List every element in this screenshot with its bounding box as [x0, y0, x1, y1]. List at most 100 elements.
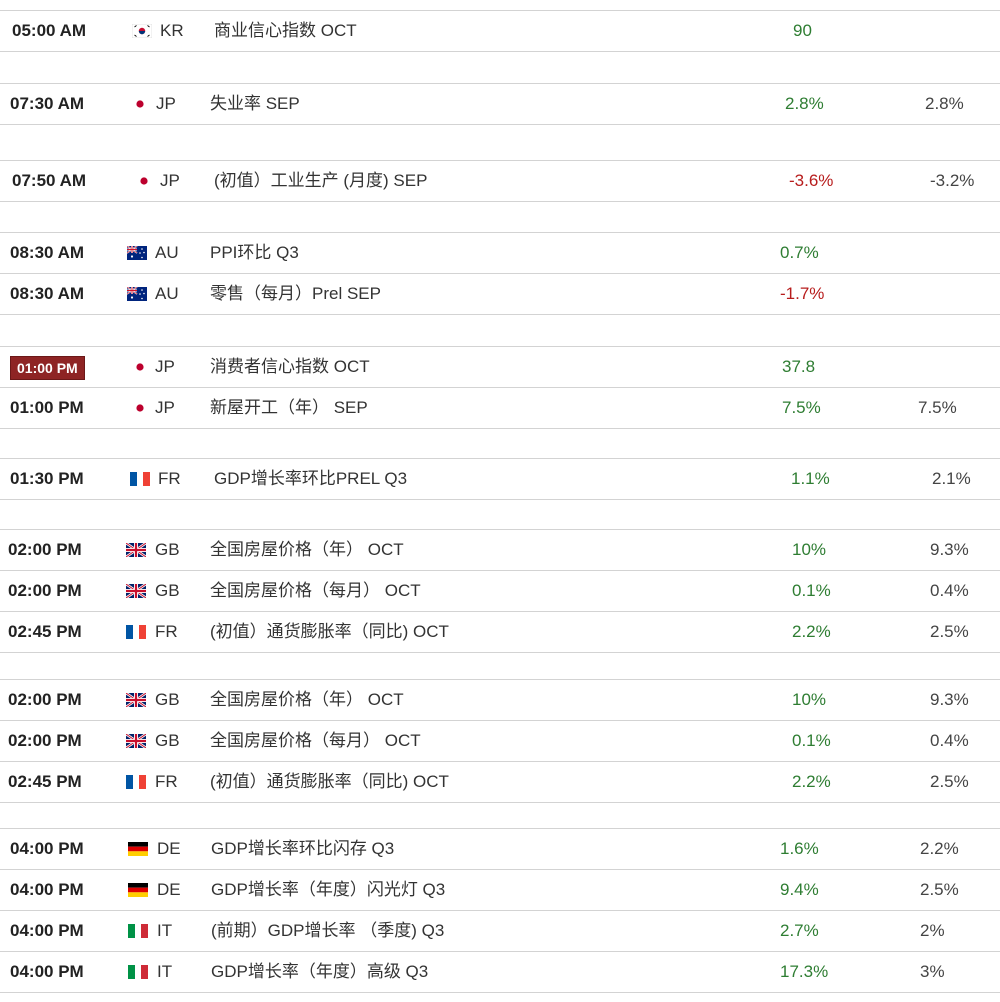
event-name[interactable]: 零售（每月）Prel SEP [210, 274, 381, 314]
event-name[interactable]: 全国房屋价格（年） OCT [210, 680, 404, 720]
event-name[interactable]: 全国房屋价格（每月） OCT [210, 721, 421, 761]
event-time: 01:30 PM [10, 469, 84, 488]
event-group: 05:00 AM KR 商业信心指数 OCT 90 [0, 10, 1000, 52]
jp-flag-icon [134, 174, 154, 188]
event-name[interactable]: 消费者信心指数 OCT [210, 347, 370, 387]
actual-value: 10% [792, 690, 827, 709]
au-flag-icon [127, 287, 147, 301]
event-time: 04:00 PM [10, 880, 84, 899]
table-row[interactable]: 02:00 PM GB 全国房屋价格（年） OCT 10% 9.3% [0, 679, 1000, 721]
table-row[interactable]: 01:00 PM JP 新屋开工（年） SEP 7.5% 7.5% [0, 388, 1000, 429]
table-row[interactable]: 04:00 PM DE GDP增长率环比闪存 Q3 1.6% 2.2% [0, 828, 1000, 870]
table-row[interactable]: 02:00 PM GB 全国房屋价格（年） OCT 10% 9.3% [0, 529, 1000, 571]
event-name[interactable]: GDP增长率（年度）高级 Q3 [211, 952, 428, 992]
event-name[interactable]: (初值）工业生产 (月度) SEP [214, 161, 427, 201]
event-time: 01:00 PM [10, 398, 84, 417]
gb-flag-icon [126, 543, 146, 557]
actual-value: 10% [792, 540, 827, 559]
fr-flag-icon [126, 775, 146, 789]
event-name[interactable]: GDP增长率环比PREL Q3 [214, 459, 407, 499]
actual-value: 7.5% [782, 398, 821, 417]
event-group: 08:30 AM AU PPI环比 Q3 0.7% 08:30 AM AU 零售（每月）Pr… [0, 232, 1000, 315]
event-name[interactable]: (初值）通货膨胀率（同比) OCT [210, 762, 449, 802]
table-row[interactable]: 04:00 PM IT GDP增长率（年度）高级 Q3 17.3% 3% [0, 952, 1000, 993]
country-code: AU [155, 243, 179, 262]
actual-value: 90 [793, 21, 812, 40]
actual-value: 37.8 [782, 357, 816, 376]
event-group: 01:30 PM FR GDP增长率环比PREL Q3 1.1% 2.1% [0, 458, 1000, 500]
event-group: 01:00 PM JP 消费者信心指数 OCT 37.8 01:00 PM JP 新屋开工（… [0, 346, 1000, 429]
table-row[interactable]: 07:50 AM JP (初值）工业生产 (月度) SEP -3.6% -3.2% [0, 160, 1000, 202]
table-row[interactable]: 08:30 AM AU 零售（每月）Prel SEP -1.7% [0, 274, 1000, 315]
actual-value: 2.2% [792, 622, 831, 641]
it-flag-icon [128, 924, 148, 938]
previous-value: 9.3% [930, 690, 969, 709]
table-row[interactable]: 04:00 PM DE GDP增长率（年度）闪光灯 Q3 9.4% 2.5% [0, 870, 1000, 911]
gb-flag-icon [126, 734, 146, 748]
table-row[interactable]: 07:30 AM JP 失业率 SEP 2.8% 2.8% [0, 83, 1000, 125]
previous-value: 0.4% [930, 731, 969, 750]
actual-value: 17.3% [780, 962, 829, 981]
de-flag-icon [128, 842, 148, 856]
country-code: JP [155, 357, 175, 376]
event-name[interactable]: 失业率 SEP [210, 84, 300, 124]
actual-value: -3.6% [789, 171, 834, 190]
event-time: 02:00 PM [8, 731, 82, 750]
country-code: IT [157, 921, 173, 940]
event-time: 02:45 PM [8, 772, 82, 791]
country-code: DE [157, 839, 181, 858]
table-row[interactable]: 01:00 PM JP 消费者信心指数 OCT 37.8 [0, 346, 1000, 388]
au-flag-icon [127, 246, 147, 260]
country-code: KR [160, 21, 184, 40]
jp-flag-icon [130, 97, 150, 111]
event-name[interactable]: 全国房屋价格（每月） OCT [210, 571, 421, 611]
fr-flag-icon [126, 625, 146, 639]
table-row[interactable]: 04:00 PM IT (前期）GDP增长率 （季度) Q3 2.7% 2% [0, 911, 1000, 952]
event-group: 04:00 PM DE GDP增长率环比闪存 Q3 1.6% 2.2% 04:00 PM D… [0, 828, 1000, 993]
table-row[interactable]: 08:30 AM AU PPI环比 Q3 0.7% [0, 232, 1000, 274]
table-row[interactable]: 02:00 PM GB 全国房屋价格（每月） OCT 0.1% 0.4% [0, 721, 1000, 762]
previous-value: 7.5% [918, 398, 957, 417]
previous-value: 2.5% [930, 622, 969, 641]
country-code: IT [157, 962, 173, 981]
table-row[interactable]: 02:00 PM GB 全国房屋价格（每月） OCT 0.1% 0.4% [0, 571, 1000, 612]
it-flag-icon [128, 965, 148, 979]
event-time: 02:00 PM [8, 540, 82, 559]
actual-value: 1.1% [791, 469, 830, 488]
event-name[interactable]: GDP增长率（年度）闪光灯 Q3 [211, 870, 445, 910]
event-group: 02:00 PM GB 全国房屋价格（年） OCT 10% 9.3% 02:00 PM GB… [0, 679, 1000, 803]
event-group: 07:30 AM JP 失业率 SEP 2.8% 2.8% [0, 83, 1000, 125]
gb-flag-icon [126, 693, 146, 707]
table-row[interactable]: 02:45 PM FR (初值）通货膨胀率（同比) OCT 2.2% 2.5% [0, 762, 1000, 803]
country-code: JP [160, 171, 180, 190]
country-code: GB [155, 581, 180, 600]
event-name[interactable]: (初值）通货膨胀率（同比) OCT [210, 612, 449, 652]
jp-flag-icon [130, 401, 150, 415]
table-row[interactable]: 01:30 PM FR GDP增长率环比PREL Q3 1.1% 2.1% [0, 458, 1000, 500]
table-row[interactable]: 05:00 AM KR 商业信心指数 OCT 90 [0, 10, 1000, 52]
event-name[interactable]: GDP增长率环比闪存 Q3 [211, 829, 394, 869]
event-time: 01:00 PM [10, 356, 85, 380]
event-name[interactable]: PPI环比 Q3 [210, 233, 299, 273]
country-code: FR [158, 469, 181, 488]
event-name[interactable]: 全国房屋价格（年） OCT [210, 530, 404, 570]
event-time: 05:00 AM [12, 21, 87, 40]
fr-flag-icon [130, 472, 150, 486]
event-name[interactable]: 新屋开工（年） SEP [210, 388, 368, 428]
event-time: 04:00 PM [10, 962, 84, 981]
event-name[interactable]: (前期）GDP增长率 （季度) Q3 [211, 911, 444, 951]
event-time: 02:00 PM [8, 581, 82, 600]
actual-value: 0.1% [792, 731, 831, 750]
previous-value: 3% [920, 962, 945, 981]
actual-value: 2.7% [780, 921, 819, 940]
actual-value: 0.7% [780, 243, 819, 262]
kr-flag-icon [132, 24, 152, 38]
actual-value: -1.7% [780, 284, 825, 303]
table-row[interactable]: 02:45 PM FR (初值）通货膨胀率（同比) OCT 2.2% 2.5% [0, 612, 1000, 653]
previous-value: 2.5% [920, 880, 959, 899]
actual-value: 2.2% [792, 772, 831, 791]
previous-value: 2.2% [920, 839, 959, 858]
event-time: 04:00 PM [10, 921, 84, 940]
event-name[interactable]: 商业信心指数 OCT [214, 11, 357, 51]
country-code: JP [156, 94, 176, 113]
